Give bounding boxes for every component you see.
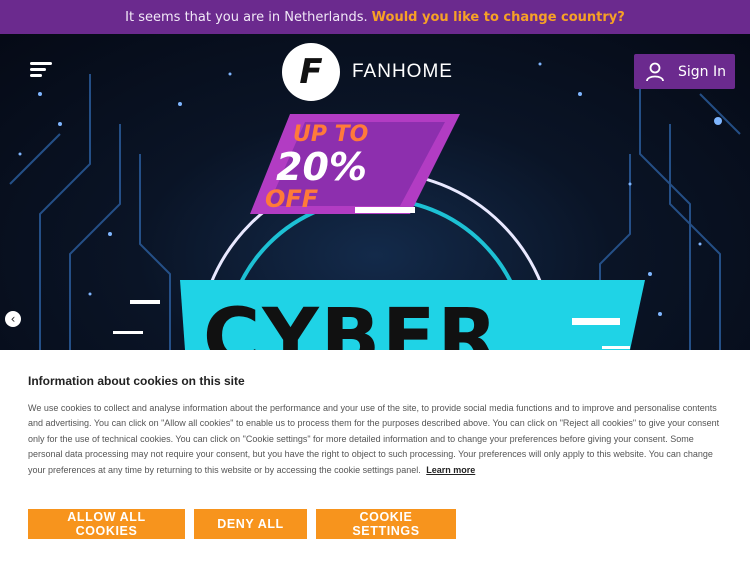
- logo-text: FANHOME: [352, 61, 453, 82]
- sign-in-label: Sign In: [678, 63, 726, 80]
- cookie-settings-button[interactable]: COOKIE SETTINGS: [316, 509, 456, 539]
- cookie-body: We use cookies to collect and analyse in…: [28, 401, 722, 478]
- chevron-left-icon[interactable]: ‹: [5, 311, 21, 327]
- promo-line-1: UP TO: [293, 122, 368, 147]
- learn-more-link[interactable]: Learn more: [426, 465, 475, 475]
- deny-all-button[interactable]: DENY ALL: [194, 509, 307, 539]
- cookie-title: Information about cookies on this site: [28, 374, 245, 388]
- fanhome-logo[interactable]: F FANHOME: [282, 43, 453, 101]
- sign-in-button[interactable]: Sign In: [634, 54, 735, 89]
- logo-mark: F: [282, 43, 340, 101]
- allow-all-cookies-button[interactable]: ALLOW ALL COOKIES: [28, 509, 185, 539]
- hamburger-menu-icon[interactable]: [30, 62, 52, 80]
- country-banner: It seems that you are in Netherlands. Wo…: [0, 0, 750, 34]
- cyber-headline: CYBER: [203, 293, 500, 350]
- user-icon: [646, 62, 664, 81]
- change-country-link[interactable]: Would you like to change country?: [372, 10, 625, 25]
- promo-line-2: 20%: [276, 145, 367, 189]
- country-message: It seems that you are in Netherlands.: [125, 9, 368, 25]
- cookie-consent-panel: Information about cookies on this site W…: [0, 350, 750, 563]
- promo-line-3: OFF: [265, 185, 319, 213]
- cookie-body-text: We use cookies to collect and analyse in…: [28, 403, 720, 475]
- cookie-button-group: ALLOW ALL COOKIES DENY ALL COOKIE SETTIN…: [28, 509, 456, 539]
- hero-banner[interactable]: UP TO 20% OFF CYBER F FANHOME Sign In ‹: [0, 34, 750, 350]
